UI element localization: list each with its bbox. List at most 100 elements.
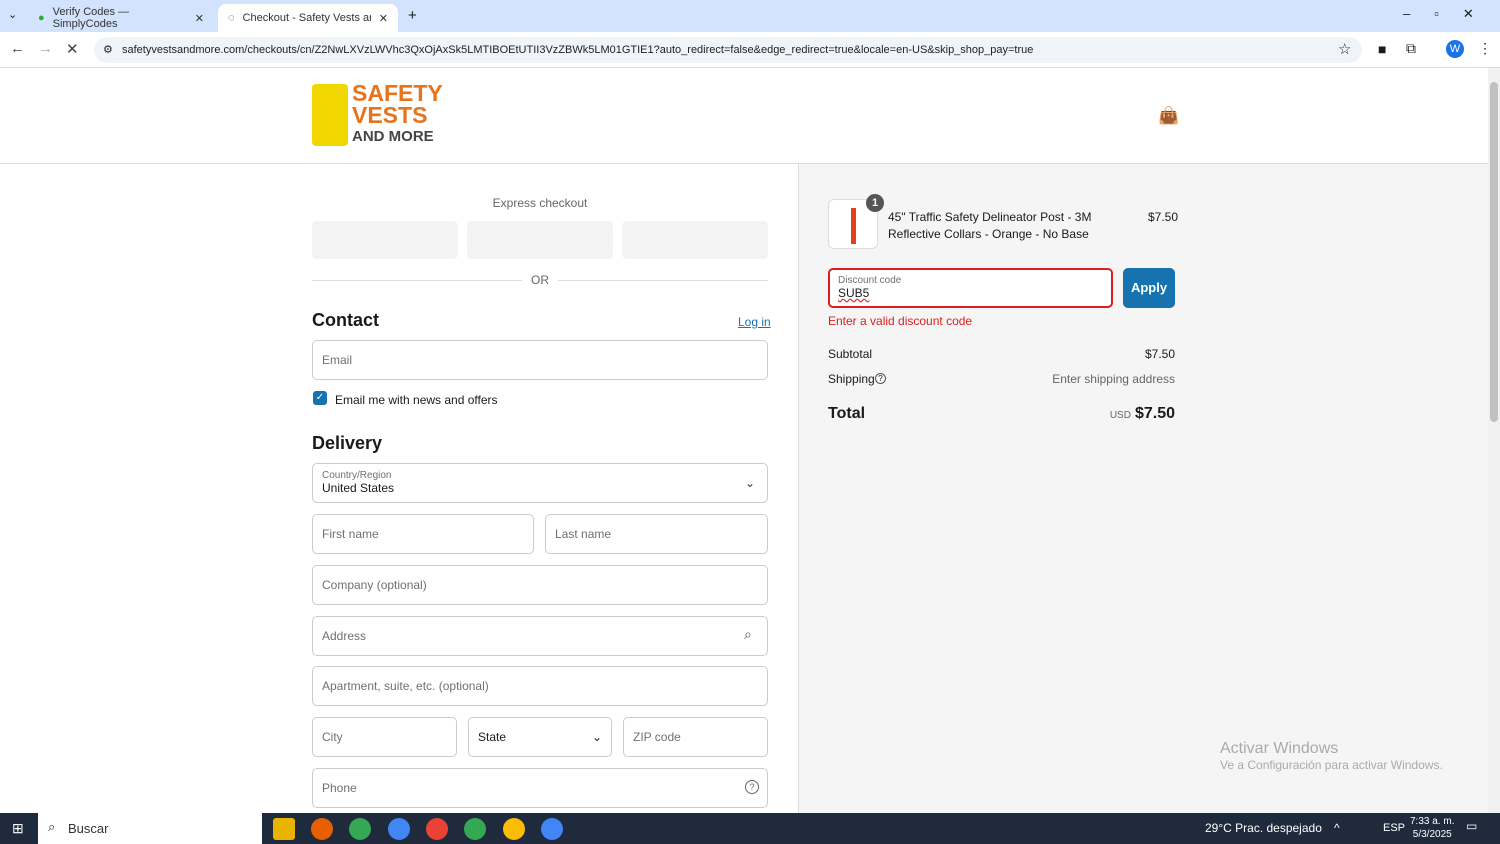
close-icon[interactable]: ✕ xyxy=(195,12,204,25)
company-input[interactable]: Company (optional) xyxy=(312,565,768,605)
search-icon: ⌕ xyxy=(744,626,752,642)
currency: USD xyxy=(1109,410,1131,421)
email-input[interactable]: Email xyxy=(312,340,768,380)
time: 7:33 a. m. xyxy=(1410,816,1455,827)
country-select[interactable]: Country/Region United States ⌄ xyxy=(312,463,768,503)
city-input[interactable]: City xyxy=(312,717,457,757)
total-label: Total xyxy=(828,405,866,422)
file-explorer-icon[interactable] xyxy=(273,818,295,840)
bookmark-star-icon[interactable]: ☆ xyxy=(1338,40,1351,58)
url-input[interactable]: ⚙ safetyvestsandmore.com/checkouts/cn/Z2N… xyxy=(94,37,1362,63)
quantity-badge: 1 xyxy=(866,194,884,212)
chrome-profile-icon[interactable] xyxy=(388,818,410,840)
stop-icon[interactable]: ✕ xyxy=(66,40,79,58)
scrollbar[interactable] xyxy=(1488,68,1500,813)
chevron-down-icon: ⌄ xyxy=(744,476,755,490)
logo-text: AND MORE xyxy=(352,128,434,145)
watermark-sub: Ve a Configuración para activar Windows. xyxy=(1220,758,1443,772)
tab-label: Checkout - Safety Vests and Mo xyxy=(242,12,371,24)
news-checkbox[interactable]: ✓ xyxy=(313,391,327,405)
tab-label: Verify Codes — SimplyCodes xyxy=(52,6,130,30)
address-input[interactable]: Address xyxy=(312,616,768,656)
apply-button[interactable]: Apply xyxy=(1123,268,1175,308)
delineator-image xyxy=(851,208,856,244)
country-value: United States xyxy=(322,481,395,495)
order-summary xyxy=(798,164,1488,813)
product-title: 45" Traffic Safety Delineator Post - 3M … xyxy=(888,210,1092,241)
login-link[interactable]: Log in xyxy=(738,315,771,329)
express-pay-button-3[interactable] xyxy=(622,221,768,259)
window-controls[interactable]: –▫✕ xyxy=(1403,6,1498,22)
chrome-active-icon[interactable] xyxy=(541,818,563,840)
date: 5/3/2025 xyxy=(1412,829,1452,840)
taskbar-search[interactable]: ⌕ Buscar xyxy=(38,813,262,844)
new-tab-icon[interactable]: + xyxy=(408,7,417,24)
contact-heading: Contact xyxy=(312,310,379,330)
shipping-label: Shipping xyxy=(828,372,875,386)
country-label: Country/Region xyxy=(322,470,392,481)
firefox-icon[interactable] xyxy=(311,818,333,840)
menu-icon[interactable]: ⋮ xyxy=(1478,40,1492,57)
scrollbar-thumb[interactable] xyxy=(1490,82,1498,422)
product-price: $7.50 xyxy=(1148,210,1179,224)
first-name-input[interactable]: First name xyxy=(312,514,534,554)
forward-icon[interactable]: → xyxy=(38,40,53,57)
tray-chevron-icon[interactable]: ^ xyxy=(1334,821,1340,835)
chrome-profile-icon[interactable] xyxy=(503,818,525,840)
shipping-value: Enter shipping address xyxy=(1052,372,1175,386)
tab-checkout[interactable]: ◌ Checkout - Safety Vests and Mo ✕ xyxy=(218,4,398,32)
shipping-help-icon[interactable]: ? xyxy=(875,373,886,384)
delivery-heading: Delivery xyxy=(312,433,383,453)
logo-vest-icon xyxy=(312,84,348,146)
profile-avatar[interactable]: W xyxy=(1446,40,1464,58)
search-icon: ⌕ xyxy=(48,819,56,834)
cart-bag-icon[interactable]: 👜 xyxy=(1158,106,1179,126)
subtotal-value: $7.50 xyxy=(1144,347,1175,361)
discount-label: Discount code xyxy=(838,275,902,286)
express-pay-button-2[interactable] xyxy=(467,221,613,259)
state-select[interactable]: State ⌄ xyxy=(468,717,612,757)
tab-bar: ⌄ ● Verify Codes — SimplyCodes ✕ ◌ Checkout… xyxy=(0,0,1500,32)
help-icon[interactable]: ? xyxy=(745,780,759,794)
taskbar: ⊞ ⌕ Buscar 29°C Prac. despejado ^ ESP 7:3… xyxy=(0,813,1500,844)
discount-value: SUB5 xyxy=(838,286,870,300)
chrome-icon[interactable] xyxy=(349,818,371,840)
phone-input[interactable]: Phone xyxy=(312,768,768,808)
discount-error: Enter a valid discount code xyxy=(828,314,973,328)
extensions-puzzle-icon[interactable]: ⧉ xyxy=(1406,40,1416,57)
chrome-profile-icon[interactable] xyxy=(464,818,486,840)
url-text: safetyvestsandmore.com/checkouts/cn/Z2Nw… xyxy=(122,44,1034,56)
close-icon[interactable]: ✕ xyxy=(379,12,388,25)
or-divider-label: OR xyxy=(522,273,558,287)
store-header: SAFETY VESTS AND MORE 👜 xyxy=(0,68,1488,164)
apartment-input[interactable]: Apartment, suite, etc. (optional) xyxy=(312,666,768,706)
tab-simplycodes[interactable]: ● Verify Codes — SimplyCodes ✕ xyxy=(28,4,214,32)
zip-input[interactable]: ZIP code xyxy=(623,717,768,757)
weather[interactable]: 29°C Prac. despejado xyxy=(1205,821,1322,835)
discount-code-input[interactable]: Discount code SUB5 xyxy=(828,268,1113,308)
language[interactable]: ESP xyxy=(1383,822,1405,834)
total-value: $7.50 xyxy=(1134,405,1175,422)
windows-activation-watermark: Activar Windows Ve a Configuración para a… xyxy=(1220,740,1443,772)
state-value: State xyxy=(478,730,507,744)
simplycodes-icon: ● xyxy=(38,12,45,24)
express-pay-button-1[interactable] xyxy=(312,221,458,259)
notifications-icon[interactable]: ▭ xyxy=(1466,819,1477,833)
search-label: Buscar xyxy=(68,821,109,836)
clock[interactable]: 7:33 a. m. 5/3/2025 xyxy=(1410,815,1454,841)
back-icon[interactable]: ← xyxy=(10,40,25,57)
logo-text: SAFETY xyxy=(352,80,443,106)
news-label: Email me with news and offers xyxy=(335,393,498,407)
watermark-title: Activar Windows xyxy=(1220,740,1339,757)
windows-start-icon[interactable]: ⊞ xyxy=(12,820,24,837)
express-checkout-heading: Express checkout xyxy=(492,196,588,210)
extension-icon[interactable]: ■ xyxy=(1378,41,1386,57)
chrome-profile-icon[interactable] xyxy=(426,818,448,840)
site-info-icon[interactable]: ⚙ xyxy=(103,37,113,63)
chevron-down-icon: ⌄ xyxy=(591,730,602,744)
logo[interactable]: SAFETY VESTS AND MORE xyxy=(352,82,443,148)
last-name-input[interactable]: Last name xyxy=(545,514,768,554)
loading-icon: ◌ xyxy=(228,12,235,24)
subtotal-label: Subtotal xyxy=(828,347,873,361)
tab-list-icon[interactable]: ⌄ xyxy=(8,8,17,21)
